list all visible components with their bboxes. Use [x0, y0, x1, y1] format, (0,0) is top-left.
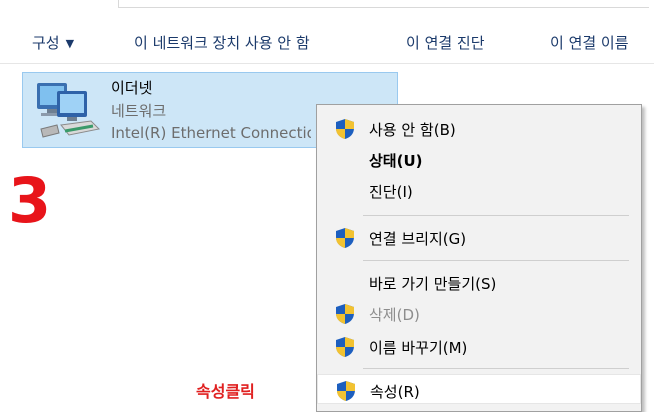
menu-item-rename[interactable]: 이름 바꾸기(M) — [317, 331, 641, 361]
window-top-edge — [0, 0, 654, 12]
menu-item-label: 연결 브리지(G) — [369, 230, 467, 248]
menu-item-label: 진단(I) — [369, 183, 413, 201]
adapter-hardware-name: Intel(R) Ethernet Connection — [111, 124, 311, 142]
click-properties-hint: 속성클릭 — [196, 382, 255, 401]
context-menu: 사용 안 함(B) 상태(U) 진단(I) 연결 브리지(G) 바로 가기 만들… — [316, 104, 642, 412]
menu-separator — [363, 215, 629, 216]
adapter-name: 이더넷 — [111, 79, 153, 97]
organize-label: 구성 — [32, 34, 60, 52]
toolbar-divider — [0, 63, 654, 64]
uac-shield-icon — [336, 228, 354, 248]
uac-shield-icon — [336, 337, 354, 357]
menu-separator — [363, 368, 629, 369]
uac-shield-icon — [336, 304, 354, 324]
menu-item-label: 바로 가기 만들기(S) — [369, 275, 497, 293]
rename-connection-button[interactable]: 이 연결 이름 — [550, 32, 629, 53]
menu-item-disable[interactable]: 사용 안 함(B) — [317, 113, 641, 143]
menu-item-bridge[interactable]: 연결 브리지(G) — [317, 222, 641, 252]
menu-item-label: 사용 안 함(B) — [369, 121, 456, 139]
menu-item-status[interactable]: 상태(U) — [317, 144, 641, 174]
command-bar: 구성 ▼ 이 네트워크 장치 사용 안 함 이 연결 진단 이 연결 이름 — [0, 24, 654, 60]
menu-item-label: 이름 바꾸기(M) — [369, 339, 468, 357]
organize-menu-button[interactable]: 구성 ▼ — [32, 32, 74, 53]
step-number-annotation: 3 — [8, 164, 52, 237]
uac-shield-icon — [336, 119, 354, 139]
network-adapter-icon — [37, 83, 101, 138]
adapter-network-status: 네트워크 — [111, 102, 167, 120]
menu-item-properties[interactable]: 속성(R) — [317, 374, 641, 404]
uac-shield-icon — [337, 381, 355, 401]
menu-item-label: 상태(U) — [369, 152, 423, 170]
disable-device-button[interactable]: 이 네트워크 장치 사용 안 함 — [134, 32, 310, 53]
menu-item-label: 삭제(D) — [369, 306, 420, 324]
menu-item-label: 속성(R) — [370, 383, 420, 401]
menu-item-diagnose[interactable]: 진단(I) — [317, 175, 641, 205]
dropdown-caret-icon: ▼ — [65, 37, 75, 50]
menu-separator — [363, 260, 629, 261]
menu-item-delete: 삭제(D) — [317, 298, 641, 328]
diagnose-connection-button[interactable]: 이 연결 진단 — [406, 32, 485, 53]
menu-item-create-shortcut[interactable]: 바로 가기 만들기(S) — [317, 267, 641, 297]
